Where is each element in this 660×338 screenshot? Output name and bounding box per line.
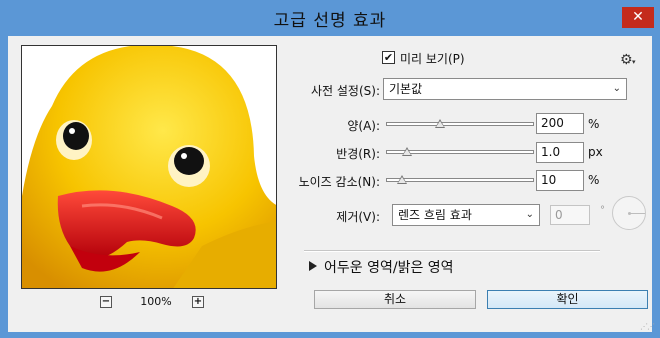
noise-reduction-slider[interactable] xyxy=(386,175,534,184)
radius-input[interactable]: 1.0 xyxy=(536,142,584,163)
radius-unit: px xyxy=(588,145,603,159)
angle-dial-center xyxy=(628,212,631,215)
dialog-content: − 100% + ✔ 미리 보기(P) ⚙ ▾ 사전 설정(S): 기본값 ⌄ … xyxy=(8,36,655,332)
resize-grip-icon[interactable]: ⋰⋰ xyxy=(640,322,655,331)
zoom-out-button[interactable]: − xyxy=(100,296,112,308)
gear-icon[interactable]: ⚙ xyxy=(620,52,633,68)
preview-checkbox[interactable]: ✔ xyxy=(382,51,395,64)
close-button[interactable]: ✕ xyxy=(622,7,654,28)
radius-slider[interactable] xyxy=(386,147,534,156)
degree-symbol: ° xyxy=(600,205,605,216)
zoom-level: 100% xyxy=(140,295,172,308)
window-title: 고급 선명 효과 xyxy=(273,11,387,31)
title-bar[interactable]: 고급 선명 효과 ✕ xyxy=(0,0,660,36)
angle-input[interactable]: 0 xyxy=(550,205,590,225)
chevron-down-icon: ⌄ xyxy=(525,209,534,220)
rubber-duck-illustration xyxy=(22,46,276,288)
amount-input[interactable]: 200 xyxy=(536,113,584,134)
amount-slider-thumb[interactable] xyxy=(434,119,445,128)
zoom-in-button[interactable]: + xyxy=(192,296,204,308)
radius-slider-thumb[interactable] xyxy=(402,147,413,156)
noise-reduction-input[interactable]: 10 xyxy=(536,170,584,191)
chevron-down-icon: ⌄ xyxy=(612,83,621,94)
cancel-button[interactable]: 취소 xyxy=(314,290,476,309)
zoom-controls: − 100% + xyxy=(98,295,208,311)
noise-reduction-unit: % xyxy=(588,173,600,187)
radius-label: 반경(R): xyxy=(336,147,380,161)
noise-reduction-slider-thumb[interactable] xyxy=(396,175,407,184)
disclosure-triangle-icon xyxy=(309,261,317,271)
remove-select[interactable]: 렌즈 흐림 효과 ⌄ xyxy=(392,204,540,226)
angle-dial[interactable] xyxy=(612,196,646,230)
noise-reduction-label: 노이즈 감소(N): xyxy=(298,175,380,189)
shadows-highlights-label: 어두운 영역/밝은 영역 xyxy=(324,260,454,276)
divider-highlight xyxy=(304,251,600,252)
preset-select[interactable]: 기본값 ⌄ xyxy=(383,78,627,100)
preview-checkbox-label[interactable]: 미리 보기(P) xyxy=(400,50,465,67)
amount-unit: % xyxy=(588,117,600,131)
angle-dial-needle xyxy=(630,213,645,214)
dialog-window: 고급 선명 효과 ✕ − 100% + ✔ 미리 보기(P) ⚙ ▾ 사전 설정… xyxy=(0,0,660,338)
remove-value: 렌즈 흐림 효과 xyxy=(398,208,472,222)
preset-value: 기본값 xyxy=(389,82,423,96)
amount-label: 양(A): xyxy=(347,119,380,133)
preset-label: 사전 설정(S): xyxy=(311,84,380,98)
preview-image[interactable] xyxy=(21,45,277,289)
shadows-highlights-toggle[interactable]: 어두운 영역/밝은 영역 xyxy=(309,257,454,277)
amount-slider[interactable] xyxy=(386,119,534,128)
remove-label: 제거(V): xyxy=(336,210,380,224)
ok-button[interactable]: 확인 xyxy=(487,290,648,309)
chevron-down-icon[interactable]: ▾ xyxy=(632,58,636,66)
